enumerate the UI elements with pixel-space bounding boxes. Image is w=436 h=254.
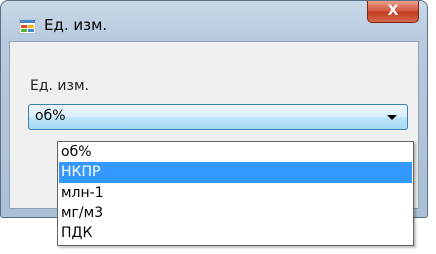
unit-field-label: Ед. изм. xyxy=(30,78,89,94)
dropdown-item-ppm[interactable]: млн-1 xyxy=(59,183,412,204)
close-icon: X xyxy=(387,3,399,19)
title-bar[interactable]: Ед. изм. X xyxy=(1,1,427,41)
unit-dropdown-list: об% НКПР млн-1 мг/м3 ПДК xyxy=(57,141,414,246)
dropdown-item-ob-percent[interactable]: об% xyxy=(59,142,412,163)
window-app-icon xyxy=(18,18,37,35)
unit-combobox-value: об% xyxy=(35,108,66,124)
close-button[interactable]: X xyxy=(367,1,419,23)
dropdown-item-pdk[interactable]: ПДК xyxy=(59,223,412,244)
dropdown-item-nkpr[interactable]: НКПР xyxy=(59,162,412,183)
window-title: Ед. изм. xyxy=(44,16,108,34)
unit-combobox[interactable]: об% xyxy=(28,104,408,130)
dropdown-item-mg-m3[interactable]: мг/м3 xyxy=(59,203,412,224)
chevron-down-icon[interactable] xyxy=(387,115,397,120)
